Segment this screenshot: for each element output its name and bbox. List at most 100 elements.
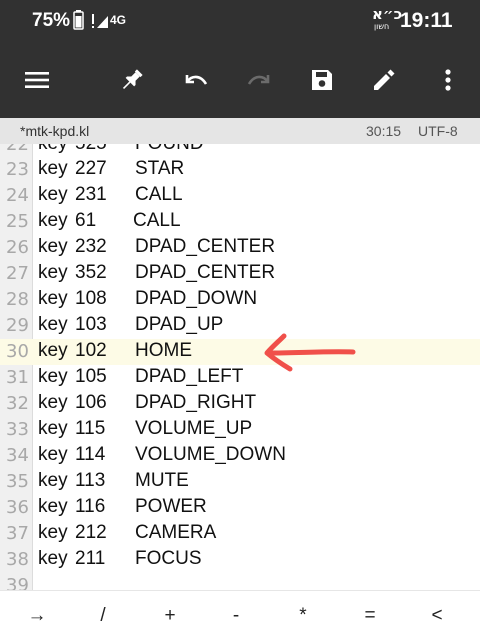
keyword: key (38, 392, 68, 413)
scan-code: 106 (75, 392, 107, 413)
toolbar (0, 42, 480, 118)
network-type: 4G (110, 13, 127, 27)
hebrew-date: כ״א (372, 5, 403, 23)
editor-line[interactable]: 32 key 106 DPAD_RIGHT (0, 391, 480, 417)
line-number: 36 (6, 497, 29, 518)
key-name: MUTE (135, 470, 189, 491)
more-button[interactable] (428, 60, 468, 100)
scan-code: 115 (75, 418, 106, 439)
file-info-bar: *mtk-kpd.kl 30:15 UTF-8 (0, 118, 480, 144)
clock: 19:11 (400, 9, 453, 32)
editor-line[interactable]: 24 key 231 CALL (0, 183, 480, 209)
scan-code: 108 (75, 288, 107, 309)
keyword: key (38, 288, 68, 309)
editor-line[interactable]: 38 key 211 FOCUS (0, 547, 480, 573)
keyword: key (38, 314, 68, 335)
redo-button[interactable] (239, 60, 279, 100)
key-name: DPAD_LEFT (135, 366, 244, 387)
line-number: 35 (6, 471, 29, 492)
key-name: CALL (135, 184, 183, 205)
pin-button[interactable] (112, 60, 152, 100)
battery-icon (73, 10, 84, 30)
symbol-key-asterisk[interactable]: * (283, 605, 323, 627)
file-name: *mtk-kpd.kl (20, 123, 90, 139)
editor-line[interactable]: 22 key 525 POUND (0, 144, 480, 158)
editor-line[interactable]: 27 key 352 DPAD_CENTER (0, 261, 480, 287)
key-name: POWER (135, 496, 207, 517)
editor-line[interactable]: 31 key 105 DPAD_LEFT (0, 365, 480, 391)
line-number: 27 (6, 263, 29, 284)
keyword: key (38, 158, 68, 179)
line-number: 25 (6, 211, 29, 232)
more-icon (445, 69, 451, 91)
file-encoding[interactable]: UTF-8 (418, 123, 458, 139)
menu-icon (25, 72, 49, 88)
key-name: DPAD_CENTER (135, 236, 276, 257)
keyword: key (38, 548, 68, 569)
symbol-bar: → / + - * = < (0, 590, 480, 640)
line-number: 32 (6, 393, 29, 414)
editor-line[interactable]: 39 (0, 573, 480, 590)
symbol-key-slash[interactable]: / (83, 605, 123, 627)
keyword: key (38, 470, 68, 491)
editor-line[interactable]: 37 key 212 CAMERA (0, 521, 480, 547)
line-number: 39 (6, 575, 29, 590)
symbol-key-plus[interactable]: + (150, 605, 190, 627)
line-number: 30 (6, 341, 29, 362)
scan-code: 525 (75, 144, 107, 155)
line-number: 24 (6, 185, 29, 206)
save-button[interactable] (302, 60, 342, 100)
keyword: key (38, 444, 68, 465)
keyword: key (38, 418, 68, 439)
editor-line[interactable]: 35 key 113 MUTE (0, 469, 480, 495)
editor-line[interactable]: 25 key 61 CALL (0, 209, 480, 235)
code-editor[interactable]: 22 key 525 POUND 23 key 227 STAR 24 key … (0, 144, 480, 590)
annotation-arrow (264, 333, 356, 372)
save-icon (312, 70, 332, 90)
key-name: DPAD_CENTER (135, 262, 276, 283)
editor-line[interactable]: 33 key 115 VOLUME_UP (0, 417, 480, 443)
key-name: CALL (133, 210, 181, 231)
scan-code: 231 (75, 184, 107, 205)
line-number: 33 (6, 419, 29, 440)
keyword: key (38, 522, 68, 543)
status-bar: 75% 4G כ״א חשון 19:11 (0, 0, 480, 42)
scan-code: 105 (75, 366, 107, 387)
undo-icon (185, 75, 208, 85)
scan-code: 352 (75, 262, 107, 283)
key-name: DPAD_RIGHT (135, 392, 257, 413)
editor-line[interactable]: 36 key 116 POWER (0, 495, 480, 521)
undo-button[interactable] (176, 60, 216, 100)
editor-line[interactable]: 29 key 103 DPAD_UP (0, 313, 480, 339)
line-number: 31 (6, 367, 29, 388)
keyword: key (38, 366, 68, 387)
symbol-key-less-than[interactable]: < (417, 605, 457, 627)
symbol-key-minus[interactable]: - (216, 605, 256, 627)
line-number: 37 (6, 523, 29, 544)
editor-line[interactable]: 23 key 227 STAR (0, 157, 480, 183)
keyword: key (38, 144, 68, 155)
key-name: VOLUME_DOWN (135, 444, 286, 465)
edit-button[interactable] (364, 60, 404, 100)
scan-code: 212 (75, 522, 107, 543)
menu-button[interactable] (17, 60, 57, 100)
battery-percentage: 75% (32, 10, 71, 31)
pin-icon (122, 69, 143, 90)
key-name: VOLUME_UP (135, 418, 253, 439)
editor-line[interactable]: 26 key 232 DPAD_CENTER (0, 235, 480, 261)
signal-icon (92, 14, 108, 28)
editor-line-current[interactable]: 30 key 102 HOME (0, 339, 480, 365)
editor-line[interactable]: 28 key 108 DPAD_DOWN (0, 287, 480, 313)
edit-icon (374, 69, 395, 90)
line-number: 23 (6, 159, 29, 180)
key-name: DPAD_UP (135, 314, 224, 335)
symbol-key-equals[interactable]: = (350, 605, 390, 627)
symbol-key-arrow[interactable]: → (17, 605, 57, 627)
editor-line[interactable]: 34 key 114 VOLUME_DOWN (0, 443, 480, 469)
scan-code: 114 (75, 444, 106, 465)
keyword: key (38, 236, 68, 257)
scan-code: 232 (75, 236, 107, 257)
cursor-position: 30:15 (366, 123, 402, 139)
scan-code: 227 (75, 158, 107, 179)
key-name: POUND (135, 144, 204, 155)
